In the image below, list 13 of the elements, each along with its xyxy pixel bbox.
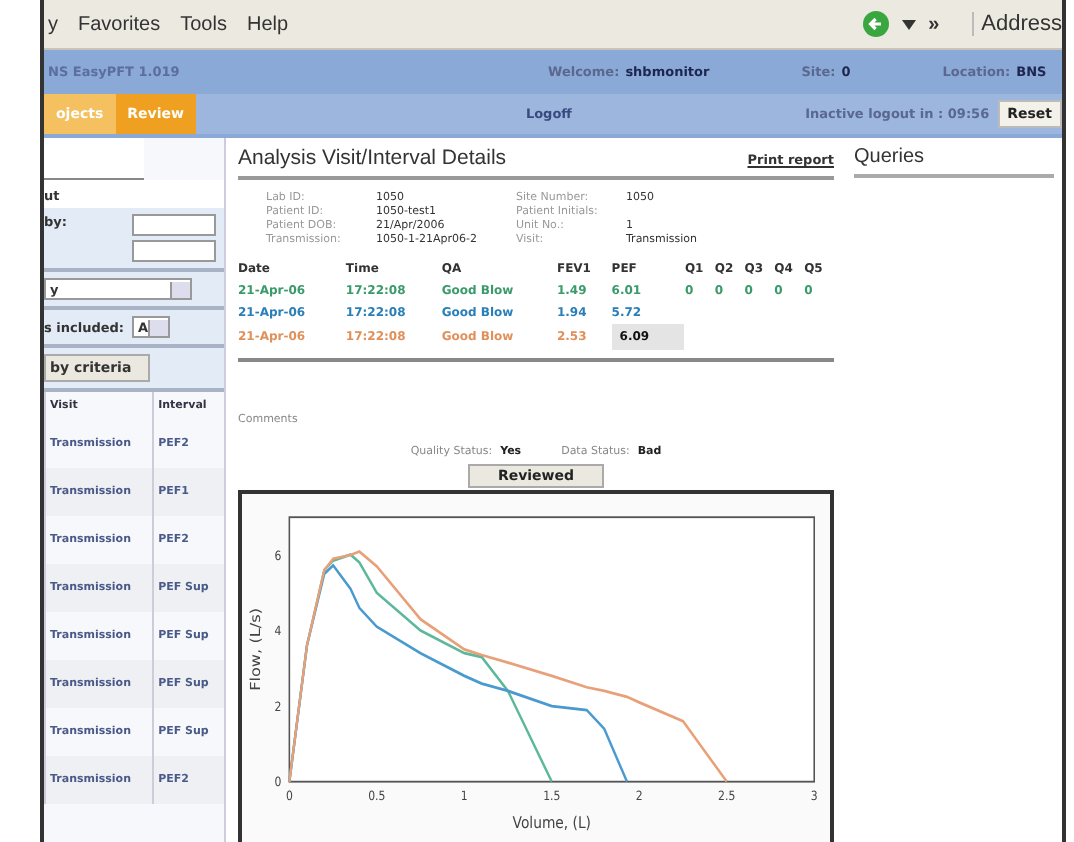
toolbar-overflow[interactable]: » xyxy=(928,13,940,35)
menu-item[interactable]: Tools xyxy=(180,13,227,35)
search-field[interactable] xyxy=(132,240,216,262)
menu-item[interactable]: Favorites xyxy=(78,13,161,35)
address-label: Address xyxy=(971,12,1062,36)
queries-heading: Queries xyxy=(854,146,1054,178)
page-title: Analysis Visit/Interval Details xyxy=(238,146,507,170)
menu-item[interactable]: y xyxy=(48,13,58,35)
search-field[interactable] xyxy=(132,214,216,236)
caret-icon[interactable] xyxy=(902,19,917,29)
back-icon[interactable] xyxy=(862,10,891,38)
menu-item[interactable]: Help xyxy=(246,13,289,35)
x-axis-label: Volume, (L) xyxy=(512,813,591,833)
